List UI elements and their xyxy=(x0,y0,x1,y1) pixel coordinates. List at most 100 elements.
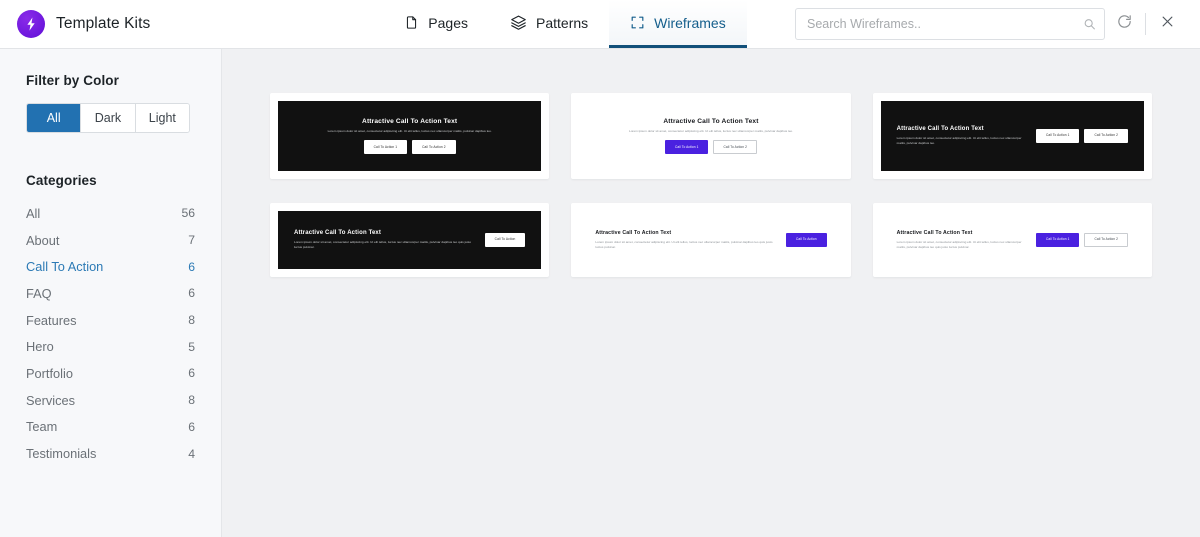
template-grid: Attractive Call To Action Text Lorem ipsu… xyxy=(270,93,1152,277)
template-card[interactable]: Attractive Call To Action Text Lorem ipsu… xyxy=(571,203,851,277)
category-count: 5 xyxy=(188,339,195,354)
sidebar: Filter by Color All Dark Light Categorie… xyxy=(0,49,222,537)
preview-heading: Attractive Call To Action Text xyxy=(595,230,672,237)
preview-heading: Attractive Call To Action Text xyxy=(896,126,984,133)
category-label: FAQ xyxy=(26,285,52,301)
refresh-icon xyxy=(1116,13,1133,35)
nav-tab-pages[interactable]: Pages xyxy=(383,0,489,48)
category-label: Hero xyxy=(26,339,54,355)
category-count: 6 xyxy=(188,419,195,434)
color-filter-group: All Dark Light xyxy=(26,103,190,133)
search-input[interactable] xyxy=(795,8,1105,40)
preview-button-group: Call To Action 1 Call To Action 2 xyxy=(1035,128,1128,144)
category-item-all[interactable]: All 56 xyxy=(26,200,195,227)
preview-button-group: Call To Action 1 Call To Action 2 xyxy=(1035,232,1128,248)
preview-body-text: Lorem ipsum dolor sit amet, consectetur … xyxy=(896,240,1022,249)
filter-by-color-title: Filter by Color xyxy=(26,73,120,88)
preview-text-block: Attractive Call To Action Text Lorem ipsu… xyxy=(294,230,475,250)
color-filter-light[interactable]: Light xyxy=(135,104,189,132)
preview-cta-button: Call To Action 2 xyxy=(1084,128,1128,144)
category-item-team[interactable]: Team 6 xyxy=(26,414,195,441)
template-kits-window: Template Kits Pages Patterns Wireframes … xyxy=(0,0,1200,537)
template-preview: Attractive Call To Action Text Lorem ipsu… xyxy=(579,211,843,269)
preview-button-group: Call To Action xyxy=(484,232,526,248)
lightning-bolt-icon xyxy=(17,10,45,38)
frame-icon xyxy=(630,15,645,30)
preview-button-group: Call To Action 1 Call To Action 2 xyxy=(363,140,456,155)
nav-tab-patterns[interactable]: Patterns xyxy=(489,0,609,48)
template-preview: Attractive Call To Action Text Lorem ipsu… xyxy=(278,211,542,269)
search-container xyxy=(795,8,1105,40)
preview-heading: Attractive Call To Action Text xyxy=(362,117,458,125)
preview-heading: Attractive Call To Action Text xyxy=(294,230,382,237)
preview-text-block: Attractive Call To Action Text Lorem ipsu… xyxy=(328,118,492,134)
category-item-about[interactable]: About 7 xyxy=(26,227,195,254)
category-count: 6 xyxy=(188,259,195,274)
category-label: Portfolio xyxy=(26,365,73,381)
preview-body-text: Lorem ipsum dolor sit amet, consectetur … xyxy=(595,240,773,249)
category-item-portfolio[interactable]: Portfolio 6 xyxy=(26,360,195,387)
templates-content: Attractive Call To Action Text Lorem ipsu… xyxy=(222,49,1200,537)
app-title: Template Kits xyxy=(56,15,151,32)
preview-cta-button: Call To Action 2 xyxy=(412,140,456,155)
preview-heading: Attractive Call To Action Text xyxy=(896,230,973,237)
preview-body-text: Lorem ipsum dolor sit amet, consectetur … xyxy=(896,136,1022,145)
nav-tab-wireframes[interactable]: Wireframes xyxy=(609,0,747,48)
color-filter-light-label: Light xyxy=(148,111,176,125)
category-label: Features xyxy=(26,312,77,328)
category-item-features[interactable]: Features 8 xyxy=(26,307,195,334)
category-count: 7 xyxy=(188,233,195,248)
page-icon xyxy=(404,15,419,30)
close-icon xyxy=(1160,14,1175,34)
preview-cta-button: Call To Action xyxy=(484,232,526,248)
preview-cta-button: Call To Action xyxy=(786,232,827,248)
close-button[interactable] xyxy=(1148,4,1186,44)
category-item-hero[interactable]: Hero 5 xyxy=(26,333,195,360)
template-card[interactable]: Attractive Call To Action Text Lorem ipsu… xyxy=(571,93,851,179)
color-filter-dark[interactable]: Dark xyxy=(81,104,136,132)
header-divider xyxy=(1145,13,1146,35)
template-preview: Attractive Call To Action Text Lorem ipsu… xyxy=(579,101,843,171)
brand: Template Kits xyxy=(0,0,360,48)
preview-cta-button: Call To Action 1 xyxy=(363,140,408,155)
color-filter-all[interactable]: All xyxy=(27,104,82,132)
category-item-call-to-action[interactable]: Call To Action 6 xyxy=(26,253,195,280)
preview-text-block: Attractive Call To Action Text Lorem ipsu… xyxy=(897,126,1026,146)
preview-heading: Attractive Call To Action Text xyxy=(663,117,759,125)
template-card[interactable]: Attractive Call To Action Text Lorem ipsu… xyxy=(872,93,1152,179)
nav-tab-patterns-label: Patterns xyxy=(536,14,589,31)
app-header: Template Kits Pages Patterns Wireframes … xyxy=(0,0,1200,49)
preview-button-group: Call To Action xyxy=(786,232,827,248)
preview-body-text: Lorem ipsum dolor sit amet, consectetur … xyxy=(294,240,472,249)
template-card[interactable]: Attractive Call To Action Text Lorem ipsu… xyxy=(872,203,1152,277)
preview-button-group: Call To Action 1 Call To Action 2 xyxy=(664,140,757,155)
preview-body-text: Lorem ipsum dolor sit amet, consectetur … xyxy=(327,128,492,133)
template-card[interactable]: Attractive Call To Action Text Lorem ipsu… xyxy=(270,203,550,277)
color-filter-all-label: All xyxy=(46,111,61,125)
template-preview: Attractive Call To Action Text Lorem ipsu… xyxy=(880,211,1144,269)
header-actions xyxy=(770,0,1200,48)
refresh-button[interactable] xyxy=(1105,4,1143,44)
category-count: 56 xyxy=(181,206,195,221)
category-item-services[interactable]: Services 8 xyxy=(26,387,195,414)
preview-body-text: Lorem ipsum dolor sit amet, consectetur … xyxy=(628,128,794,133)
template-card[interactable]: Attractive Call To Action Text Lorem ipsu… xyxy=(270,93,550,179)
main-nav: Pages Patterns Wireframes xyxy=(360,0,770,48)
category-count: 4 xyxy=(188,446,195,461)
template-preview: Attractive Call To Action Text Lorem ipsu… xyxy=(880,101,1144,171)
preview-cta-button: Call To Action 2 xyxy=(1084,232,1128,248)
category-list: All 56 About 7 Call To Action 6 FAQ 6 Features 8 H… xyxy=(0,200,221,467)
category-item-testimonials[interactable]: Testimonials 4 xyxy=(26,440,195,467)
category-item-faq[interactable]: FAQ 6 xyxy=(26,280,195,307)
category-count: 8 xyxy=(188,393,195,408)
template-preview: Attractive Call To Action Text Lorem ipsu… xyxy=(278,101,542,171)
category-count: 6 xyxy=(188,286,195,301)
preview-cta-button: Call To Action 2 xyxy=(713,140,757,155)
app-body: Filter by Color All Dark Light Categorie… xyxy=(0,49,1200,537)
preview-text-block: Attractive Call To Action Text Lorem ipsu… xyxy=(595,230,776,250)
color-filter-dark-label: Dark xyxy=(94,111,122,125)
preview-cta-button: Call To Action 1 xyxy=(1035,232,1080,248)
nav-tab-pages-label: Pages xyxy=(428,14,468,31)
preview-text-block: Attractive Call To Action Text Lorem ipsu… xyxy=(897,230,1026,250)
category-label: About xyxy=(26,232,60,248)
